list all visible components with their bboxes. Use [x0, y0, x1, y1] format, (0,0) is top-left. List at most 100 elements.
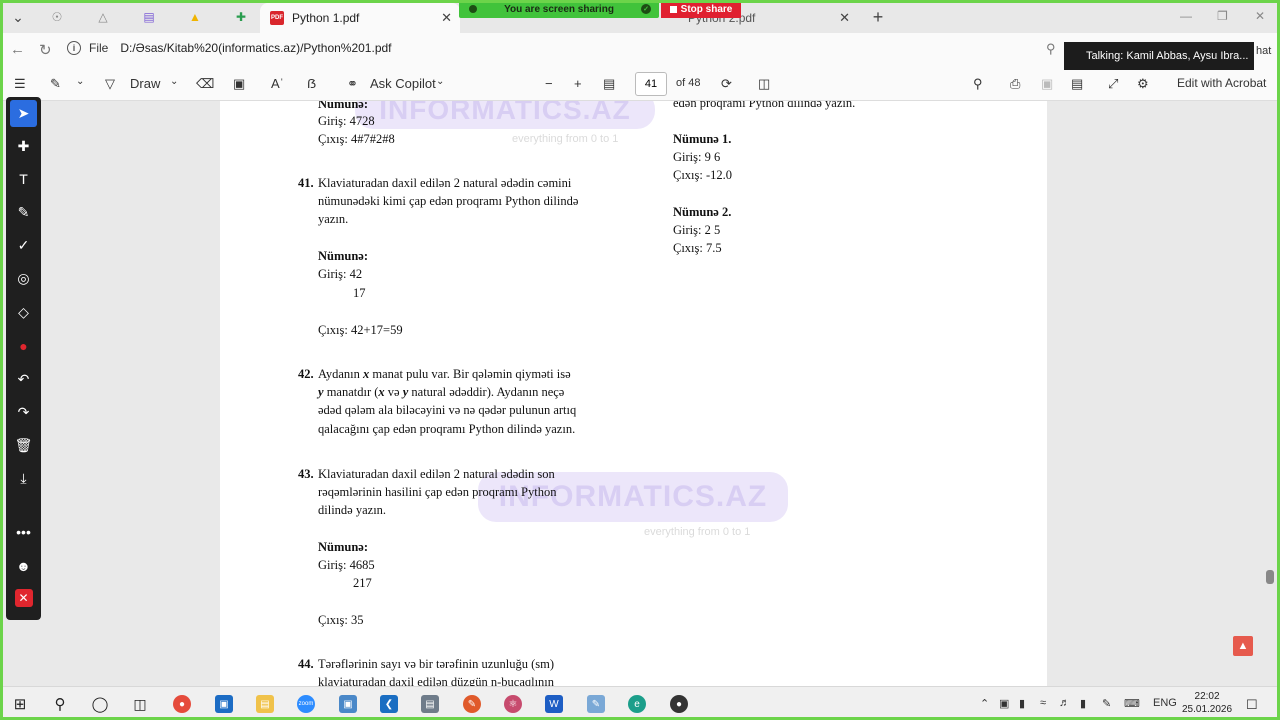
pen-tray-icon[interactable]: ✎	[1102, 697, 1111, 710]
close-tab-icon[interactable]: ✕	[839, 10, 850, 26]
rotate-icon[interactable]: ⟳	[721, 76, 732, 92]
copilot-icon[interactable]: ⚭	[347, 76, 358, 92]
reload-icon[interactable]: ↻	[39, 41, 52, 59]
app-icon[interactable]: ⚛	[504, 695, 522, 713]
battery-icon[interactable]: ▮	[1080, 697, 1086, 710]
tray-icon[interactable]: ▣	[999, 697, 1009, 710]
stop-share-button[interactable]: Stop share	[661, 0, 741, 18]
undo-icon[interactable]: ↶	[6, 368, 41, 390]
eraser-icon[interactable]: ◇	[6, 301, 41, 323]
download-icon[interactable]: ⤓	[6, 467, 41, 489]
question-number: 43.	[298, 467, 314, 481]
windows-start-icon[interactable]: ⊞	[11, 695, 29, 713]
draw-button[interactable]: Draw	[130, 76, 160, 91]
acrobat-icon[interactable]: ▲	[1233, 636, 1253, 656]
language-indicator[interactable]: ENG	[1153, 697, 1177, 709]
more-dots-icon[interactable]: •••	[6, 521, 41, 543]
contents-list-icon[interactable]: ☰	[14, 76, 26, 92]
edit-with-acrobat-button[interactable]: Edit with Acrobat	[1177, 76, 1266, 90]
highlight-icon[interactable]: ✎	[50, 76, 61, 92]
file-explorer-icon[interactable]: ▤	[256, 695, 274, 713]
copilot-chevron-icon[interactable]: ⌄	[436, 76, 444, 87]
close-annotation-icon[interactable]: ✕	[6, 587, 41, 609]
eraser-icon[interactable]: ⌫	[196, 76, 214, 92]
tray-chevron-icon[interactable]: ⌃	[980, 697, 989, 710]
zoom-out-icon[interactable]: −	[545, 76, 553, 91]
app-tab-icon[interactable]: △	[95, 9, 111, 25]
save-as-icon[interactable]: ▤	[1071, 76, 1083, 92]
move-icon[interactable]: ✚	[6, 135, 41, 157]
save-icon[interactable]: ▣	[1041, 76, 1053, 92]
question-text: dilində yazın.	[318, 503, 387, 517]
search-icon[interactable]: ⚲	[51, 695, 69, 713]
scrollbar-thumb[interactable]	[1266, 570, 1274, 584]
store-icon[interactable]: ▣	[215, 695, 233, 713]
text-tool-icon[interactable]: T	[6, 168, 41, 190]
remote-desktop-icon[interactable]: ▣	[339, 695, 357, 713]
tab-list-chevron-icon[interactable]: ⌄	[10, 9, 26, 25]
zoom-app-icon[interactable]: zoom	[297, 695, 315, 713]
microphone-icon[interactable]: ▮	[1019, 697, 1025, 710]
app-icon[interactable]: ●	[670, 695, 688, 713]
close-window-icon[interactable]: ✕	[1255, 9, 1265, 23]
paint-app-icon[interactable]: ✎	[463, 695, 481, 713]
text-run: natural ədəddir). Aydanın neçə	[408, 385, 565, 399]
highlight-chevron-icon[interactable]: ⌄	[76, 76, 84, 87]
user-icon[interactable]: ☻	[6, 555, 41, 577]
keyboard-icon[interactable]: ⌨	[1124, 697, 1140, 710]
tab-python-1-pdf[interactable]: PDF Python 1.pdf ✕	[260, 3, 460, 33]
page-number-input[interactable]: 41	[635, 72, 667, 96]
read-aloud-icon[interactable]: Aˈ	[271, 76, 284, 91]
clock[interactable]: 22:02 25.01.2026	[1182, 690, 1232, 716]
expand-icon[interactable]: ⤢	[1108, 76, 1118, 92]
maximize-window-icon[interactable]: ❐	[1217, 9, 1228, 23]
checkmark-icon[interactable]: ✓	[6, 234, 41, 256]
talking-label: Talking: Kamil Abbas, Aysu Ibra...	[1086, 50, 1249, 62]
back-arrow-icon[interactable]: ←	[10, 41, 25, 58]
info-icon[interactable]: i	[67, 41, 81, 55]
select-cursor-icon[interactable]: ➤	[10, 100, 37, 127]
zoom-icon[interactable]: ⚲	[1046, 41, 1056, 57]
search-icon[interactable]: ⚲	[973, 76, 983, 92]
print-icon[interactable]: ⎙	[1010, 76, 1020, 92]
globe-icon[interactable]: ☉	[49, 9, 65, 25]
ask-copilot-button[interactable]: Ask Copilot	[370, 76, 436, 91]
app-icon[interactable]: ▤	[421, 695, 439, 713]
question-text: yazın.	[318, 212, 349, 226]
settings-gear-icon[interactable]: ⚙	[1137, 76, 1149, 92]
draw-pen-icon[interactable]: ▽	[105, 76, 115, 92]
example-heading: Nümunə:	[318, 249, 369, 263]
fit-page-icon[interactable]: ▤	[603, 76, 615, 92]
clock-date: 25.01.2026	[1182, 704, 1233, 715]
spotlight-icon[interactable]: ◎	[6, 267, 41, 289]
zoom-in-icon[interactable]: +	[574, 76, 582, 91]
draw-chevron-icon[interactable]: ⌄	[170, 76, 178, 87]
translate-icon[interactable]: ẞ	[307, 76, 316, 91]
page-view-icon[interactable]: ◫	[758, 76, 770, 92]
minimize-window-icon[interactable]: —	[1180, 9, 1192, 23]
redo-icon[interactable]: ↷	[6, 401, 41, 423]
chat-label[interactable]: hat	[1256, 45, 1271, 57]
word-icon[interactable]: W	[545, 695, 563, 713]
task-view-icon[interactable]: ◫	[131, 695, 149, 713]
vscode-icon[interactable]: ❮	[380, 695, 398, 713]
url-field[interactable]: i File D:/Əsas/Kitab%20(informatics.az)/…	[67, 41, 392, 55]
drive-tab-icon[interactable]: ▲	[187, 9, 203, 25]
volume-icon[interactable]: ♬	[1059, 697, 1070, 709]
text-box-icon[interactable]: ▣	[233, 76, 245, 92]
app-icon[interactable]: ✎	[587, 695, 605, 713]
forms-tab-icon[interactable]: ▤	[141, 9, 157, 25]
notifications-icon[interactable]: ☐	[1246, 697, 1258, 713]
chrome-icon[interactable]: ●	[173, 695, 191, 713]
network-icon[interactable]: ≈	[1040, 697, 1046, 709]
pen-icon[interactable]: ✎	[6, 201, 41, 223]
cortana-icon[interactable]: ◯	[91, 695, 109, 713]
edge-icon[interactable]: e	[628, 695, 646, 713]
trash-icon[interactable]: 🗑	[6, 434, 41, 456]
example-heading: Nümunə 1.	[673, 132, 732, 146]
new-tab-plus-icon[interactable]: +	[870, 7, 886, 27]
close-tab-icon[interactable]: ✕	[441, 10, 452, 26]
sheets-tab-icon[interactable]: ✚	[233, 9, 249, 25]
clock-time: 22:02	[1194, 691, 1220, 702]
color-picker-icon[interactable]: ●	[6, 335, 41, 357]
